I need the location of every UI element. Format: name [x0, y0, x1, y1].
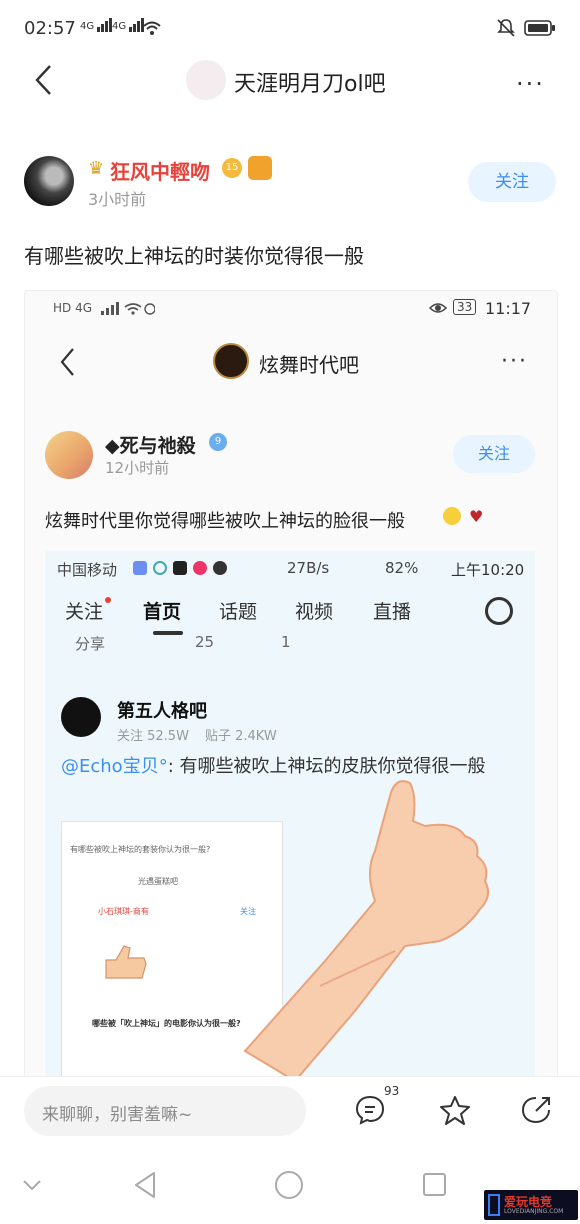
follow-button: 关注 [453, 435, 535, 473]
author-name: ◆死与祂殺 [105, 435, 196, 457]
medal-icon [248, 156, 272, 180]
battery-level: 33 [453, 299, 477, 315]
author-avatar[interactable] [24, 156, 74, 206]
post-title: 炫舞时代里你觉得哪些被吹上神坛的脸很一般 [45, 511, 405, 532]
status-time: 11:17 [485, 299, 532, 318]
comment-icon[interactable] [354, 1094, 386, 1126]
smile-emoji-icon [443, 507, 461, 525]
broken-heart-icon: ♥ [469, 507, 484, 526]
more-options-icon: ··· [501, 349, 528, 374]
post-image[interactable]: HD 4G 33 11:17 炫舞时代吧 ··· ◆死与祂殺 9 12小时前 关… [24, 290, 558, 1082]
battery-icon [524, 20, 555, 36]
status-time: 02:57 [24, 18, 76, 39]
mute-icon [497, 19, 515, 37]
comment-count: 93 [384, 1084, 400, 1098]
forum-avatar[interactable] [186, 60, 226, 100]
crown-icon: ♛ [88, 158, 105, 179]
follow-button[interactable]: 关注 [468, 162, 556, 202]
forum-title: 炫舞时代吧 [259, 353, 359, 377]
share-icon[interactable] [520, 1094, 554, 1126]
nav-home-icon[interactable] [274, 1170, 304, 1200]
status-network: HD 4G [53, 301, 93, 315]
wifi-icon [143, 21, 161, 35]
forum-title[interactable]: 天涯明月刀ol吧 [234, 66, 386, 98]
star-icon[interactable] [438, 1094, 472, 1126]
back-icon[interactable] [32, 64, 56, 96]
comment-placeholder[interactable]: 来聊聊，别害羞嘛~ [42, 1100, 192, 1125]
more-options-icon[interactable]: ··· [516, 70, 545, 98]
author-name[interactable]: 狂风中輕吻 [110, 156, 210, 185]
signal-wifi-icon [101, 302, 155, 315]
signal-icon: 4G [80, 18, 113, 32]
watermark-sub: LOVEDIANJING.COM [504, 1208, 564, 1215]
forum-avatar [213, 343, 249, 379]
watermark-icon [488, 1194, 500, 1216]
nav-recents-icon[interactable] [422, 1172, 448, 1198]
back-icon [60, 348, 74, 376]
author-avatar [45, 431, 93, 479]
network-type-label: 4G [80, 21, 95, 32]
level-badge: 15 [222, 158, 242, 178]
nested-screenshot: 中国移动 27B/s 82% 上午10:20 关注 首页 话题 视频 直播 分享… [45, 551, 535, 1081]
post-time: 3小时前 [88, 190, 147, 209]
eye-icon [429, 303, 447, 313]
nav-back-icon[interactable] [132, 1170, 158, 1200]
thumbs-up-hand-icon [243, 780, 490, 1081]
network-type-label-2: 4G [112, 21, 127, 32]
post-time: 12小时前 [105, 459, 170, 477]
signal-icon-2: 4G [112, 18, 145, 32]
level-badge: 9 [209, 433, 227, 451]
post-title: 有哪些被吹上神坛的时装你觉得很一般 [24, 244, 364, 268]
chevron-down-icon[interactable] [22, 1178, 42, 1192]
